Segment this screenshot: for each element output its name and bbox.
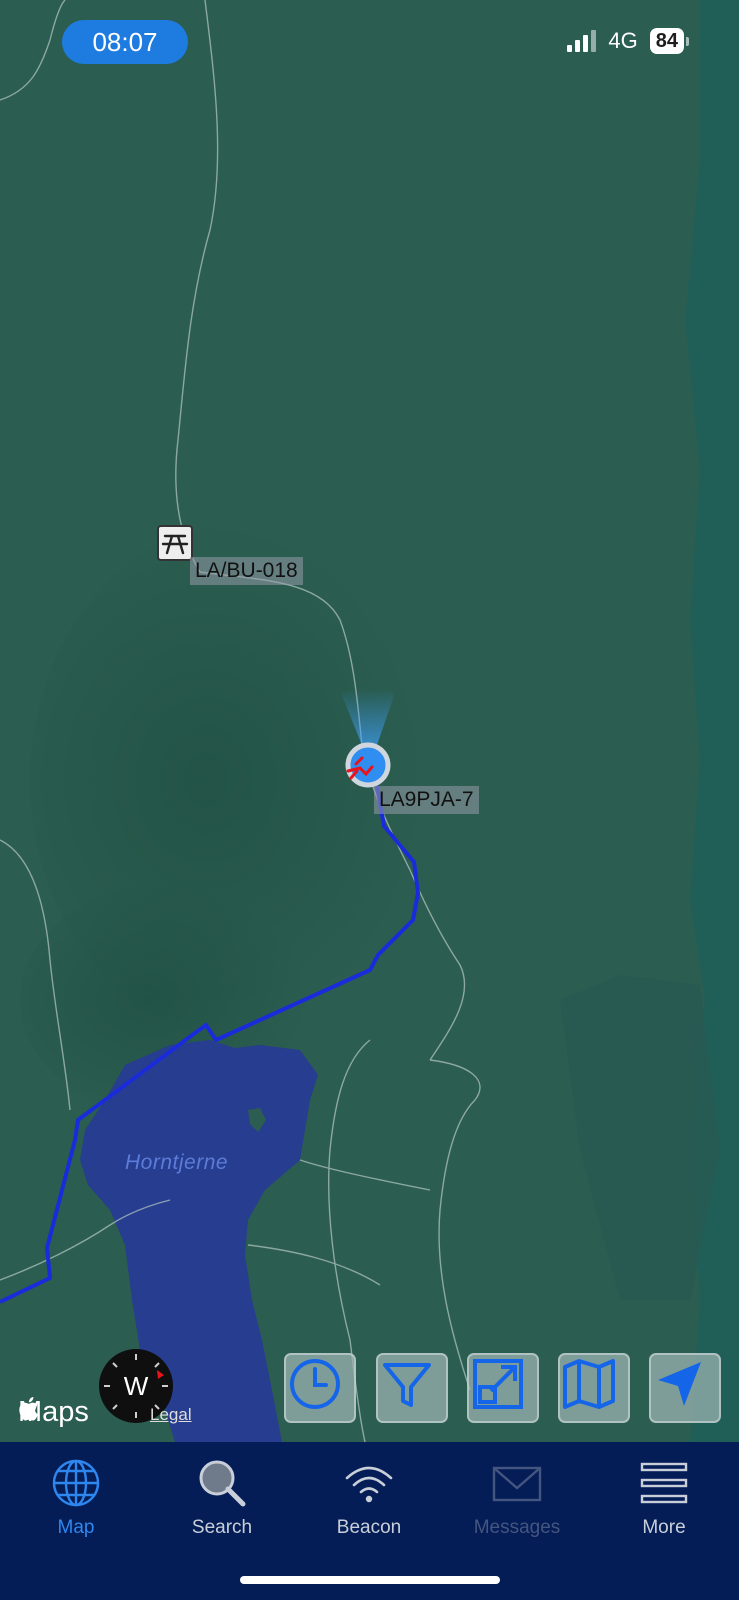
- tab-more[interactable]: More: [590, 1442, 738, 1552]
- network-type: 4G: [608, 28, 638, 53]
- apple-maps-attribution: Maps: [18, 1396, 89, 1429]
- battery-icon: 84: [649, 28, 689, 54]
- zoom-fit-button[interactable]: [467, 1353, 539, 1423]
- map-type-button[interactable]: [558, 1353, 630, 1423]
- history-button[interactable]: [284, 1353, 356, 1423]
- lake-name-label: Horntjerne: [125, 1151, 229, 1174]
- map-view[interactable]: LA/BU-018 LA9PJA-7 Horntjerne W Maps Leg…: [0, 0, 739, 1442]
- battery-level: 84: [649, 28, 684, 54]
- envelope-icon: [492, 1466, 542, 1502]
- tab-beacon-label: Beacon: [336, 1517, 402, 1538]
- tab-search[interactable]: Search: [148, 1442, 296, 1552]
- clock-icon: [290, 1359, 340, 1409]
- track-location-button[interactable]: [649, 1353, 721, 1423]
- aprs-map-screen: LA/BU-018 LA9PJA-7 Horntjerne W Maps Leg…: [0, 0, 739, 1600]
- tab-map-label: Map: [57, 1517, 95, 1538]
- current-position-marker: [345, 742, 391, 788]
- status-indicators: 4G 84: [567, 28, 689, 54]
- waypoint-label[interactable]: LA/BU-018: [190, 557, 303, 585]
- filter-button[interactable]: [376, 1353, 448, 1423]
- filter-icon: [383, 1363, 431, 1407]
- expand-icon: [473, 1359, 523, 1409]
- tab-more-label: More: [642, 1517, 686, 1538]
- home-indicator[interactable]: [240, 1576, 500, 1584]
- status-time-pill[interactable]: 08:07: [62, 20, 188, 64]
- tab-beacon[interactable]: Beacon: [295, 1442, 443, 1552]
- menu-icon: [640, 1462, 688, 1504]
- map-canvas: [0, 0, 739, 1442]
- station-callsign-label[interactable]: LA9PJA-7: [374, 786, 479, 814]
- wifi-beacon-icon: [345, 1466, 393, 1503]
- location-arrow-icon: [658, 1362, 701, 1406]
- apple-logo-icon: [19, 1397, 39, 1421]
- cellular-signal-icon: [567, 30, 597, 52]
- picnic-site-icon[interactable]: [157, 525, 193, 561]
- tab-map[interactable]: Map: [2, 1442, 150, 1552]
- magnifier-icon: [199, 1460, 246, 1507]
- tab-messages-label: Messages: [473, 1517, 561, 1538]
- tab-messages[interactable]: Messages: [443, 1442, 591, 1552]
- globe-icon: [52, 1459, 100, 1507]
- legal-link[interactable]: Legal: [150, 1405, 192, 1425]
- map-icon: [563, 1359, 615, 1409]
- tab-search-label: Search: [191, 1517, 253, 1538]
